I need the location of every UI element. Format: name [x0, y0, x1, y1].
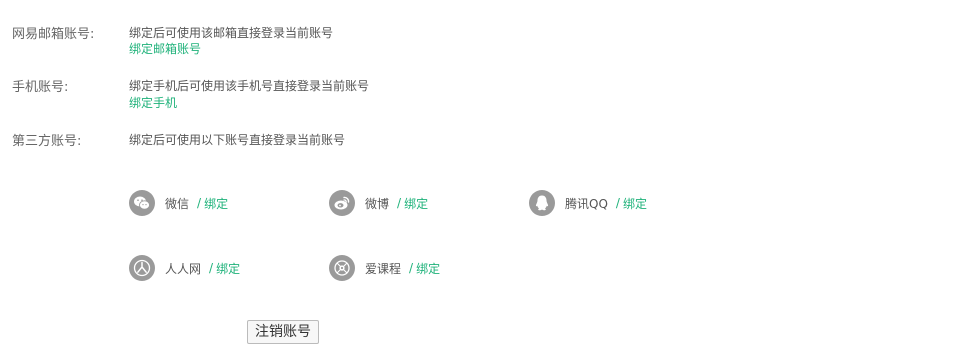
separator: / [397, 196, 402, 210]
third-party-account-description: 绑定后可使用以下账号直接登录当前账号 [129, 133, 346, 147]
weibo-icon [329, 190, 355, 216]
separator: / [615, 196, 620, 210]
social-item-wechat: 微信 / 绑定 [129, 190, 228, 216]
bind-icourse-link[interactable]: 绑定 [416, 260, 440, 277]
bind-qq-link[interactable]: 绑定 [623, 195, 647, 212]
icourse-icon [329, 255, 355, 281]
social-item-renren: 人人网 / 绑定 [129, 255, 240, 281]
bind-wechat-link[interactable]: 绑定 [204, 195, 228, 212]
phone-account-description: 绑定手机后可使用该手机号直接登录当前账号 [129, 79, 370, 93]
renren-icon [129, 255, 155, 281]
separator: / [209, 261, 214, 275]
bind-phone-link[interactable]: 绑定手机 [129, 95, 177, 111]
social-name-icourse: 爱课程 [365, 261, 402, 276]
social-name-wechat: 微信 [165, 196, 190, 211]
phone-account-label: 手机账号: [12, 80, 69, 95]
cancel-account-button[interactable]: 注销账号 [247, 320, 319, 344]
social-item-qq: 腾讯QQ / 绑定 [529, 190, 647, 216]
bind-email-link[interactable]: 绑定邮箱账号 [129, 41, 201, 57]
wechat-icon [129, 190, 155, 216]
qq-icon [529, 190, 555, 216]
social-item-weibo: 微博 / 绑定 [329, 190, 428, 216]
separator: / [197, 196, 202, 210]
email-account-description: 绑定后可使用该邮箱直接登录当前账号 [129, 26, 334, 40]
bind-renren-link[interactable]: 绑定 [216, 260, 240, 277]
social-name-weibo: 微博 [365, 196, 390, 211]
social-name-qq: 腾讯QQ [565, 196, 608, 211]
email-account-label: 网易邮箱账号: [12, 27, 95, 42]
third-party-account-label: 第三方账号: [12, 134, 82, 149]
social-item-icourse: 爱课程 / 绑定 [329, 255, 440, 281]
social-name-renren: 人人网 [165, 261, 202, 276]
separator: / [409, 261, 414, 275]
bind-weibo-link[interactable]: 绑定 [404, 195, 428, 212]
